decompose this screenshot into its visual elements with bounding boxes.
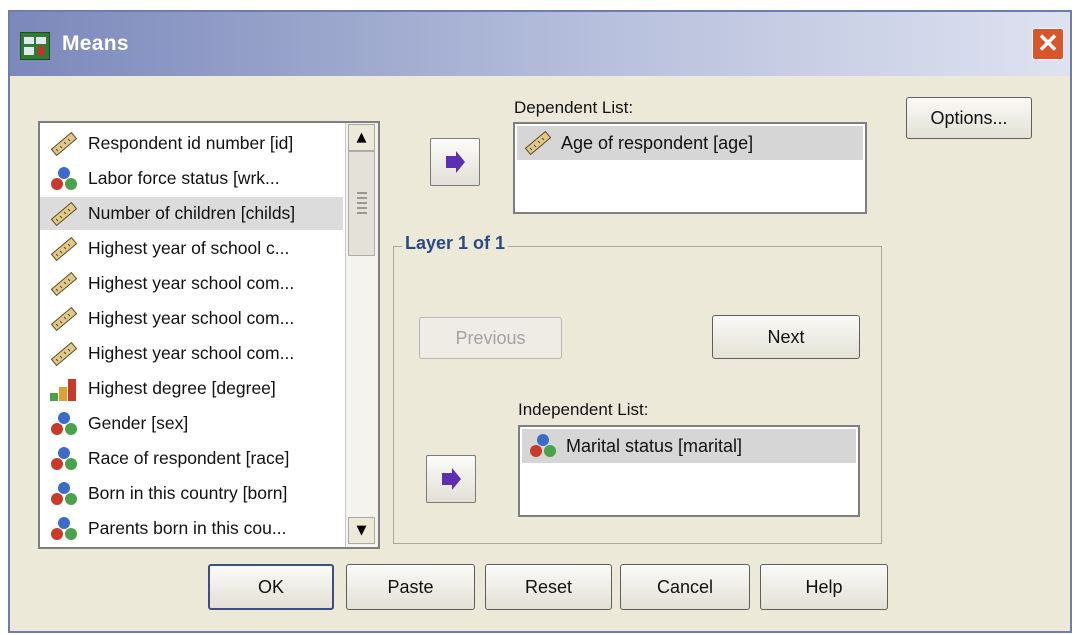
variable-list-scrollbar[interactable]: ▲ ▼ [345, 123, 378, 547]
ruler-icon [46, 340, 82, 368]
paste-button[interactable]: Paste [346, 564, 475, 610]
next-button-label: Next [767, 327, 805, 347]
dialog-body: Respondent id number [id] Labor force sta… [10, 76, 1070, 631]
variable-list-item[interactable]: Gender [sex] [40, 407, 343, 440]
nominal-icon [46, 480, 82, 508]
variable-list-item[interactable]: Highest year school com... [40, 302, 343, 335]
right-arrow-icon [442, 468, 461, 490]
independent-listbox[interactable]: Marital status [marital] [518, 425, 860, 517]
independent-item-label: Marital status [marital] [566, 435, 743, 456]
variable-list-item[interactable]: Race of respondent [race] [40, 442, 343, 475]
nominal-icon [46, 165, 82, 193]
title-bar[interactable]: Means ✕ [10, 12, 1070, 76]
previous-button[interactable]: Previous [419, 317, 562, 359]
dependent-item[interactable]: Age of respondent [age] [517, 126, 863, 160]
variable-list-item[interactable]: Highest degree [degree] [40, 372, 343, 405]
dependent-item-label: Age of respondent [age] [561, 132, 754, 153]
window-title: Means [62, 32, 129, 55]
variable-list-item-label: Labor force status [wrk... [88, 168, 280, 188]
close-button[interactable]: ✕ [1032, 28, 1064, 60]
dependent-listbox[interactable]: Age of respondent [age] [513, 122, 867, 214]
help-button[interactable]: Help [760, 564, 888, 610]
ruler-icon [46, 235, 82, 263]
options-button-label: Options... [930, 108, 1008, 128]
variable-list-item-label: Parents born in this cou... [88, 518, 287, 538]
independent-list-label: Independent List: [518, 400, 649, 419]
ruler-icon [46, 130, 82, 158]
ruler-icon [46, 305, 82, 333]
variable-list-item-label: Highest year school com... [88, 273, 295, 293]
scroll-grip-icon [357, 192, 367, 216]
scroll-up-button[interactable]: ▲ [348, 124, 375, 151]
variable-list-item-label: Number of children [childs] [88, 203, 296, 223]
variable-list-item[interactable]: Number of children [childs] [40, 197, 343, 230]
nominal-icon [46, 515, 82, 543]
independent-item[interactable]: Marital status [marital] [522, 429, 856, 463]
variable-list-item-label: Highest year school com... [88, 308, 295, 328]
right-arrow-icon [446, 151, 465, 173]
variable-list-item[interactable]: Labor force status [wrk... [40, 162, 343, 195]
paste-button-label: Paste [387, 577, 434, 597]
layer-title: Layer 1 of 1 [402, 233, 509, 254]
previous-button-label: Previous [455, 328, 526, 348]
variable-list-item-label: Highest year of school c... [88, 238, 290, 258]
dependent-list-label: Dependent List: [514, 98, 634, 117]
ok-button-label: OK [257, 577, 284, 597]
variable-list-item-label: Race of respondent [race] [88, 448, 290, 468]
variable-list-item[interactable]: Respondent id number [id] [40, 127, 343, 160]
variable-list-item-label: Born in this country [born] [88, 483, 288, 503]
options-button[interactable]: Options... [906, 97, 1032, 139]
next-button[interactable]: Next [712, 315, 860, 359]
source-variable-list[interactable]: Respondent id number [id] Labor force sta… [38, 121, 380, 549]
variable-list-item[interactable]: Highest year school com... [40, 267, 343, 300]
nominal-variable-icon [526, 432, 560, 460]
scale-ruler-icon [521, 129, 555, 157]
layer-group: Layer 1 of 1 Previous Next Independent L… [393, 233, 882, 544]
variable-list-item[interactable]: Highest year school com... [40, 337, 343, 370]
nominal-icon [46, 410, 82, 438]
variable-list-item-label: Respondent id number [id] [88, 133, 294, 153]
ordinal-icon [46, 375, 82, 403]
nominal-icon [46, 445, 82, 473]
ruler-icon [46, 200, 82, 228]
means-dialog: Means ✕ Respondent id number [id] Labor f… [8, 10, 1072, 633]
move-to-independent-button[interactable] [426, 455, 476, 503]
variable-list-item[interactable]: Highest year of school c... [40, 232, 343, 265]
scroll-down-button[interactable]: ▼ [348, 517, 375, 544]
variable-list-item[interactable]: Born in this country [born] [40, 477, 343, 510]
reset-button-label: Reset [524, 577, 573, 597]
ok-button[interactable]: OK [208, 564, 334, 610]
scroll-thumb[interactable] [348, 151, 375, 256]
app-icon [20, 32, 50, 60]
move-to-dependent-button[interactable] [430, 138, 480, 186]
cancel-button[interactable]: Cancel [620, 564, 750, 610]
reset-button[interactable]: Reset [485, 564, 612, 610]
help-button-label: Help [805, 577, 843, 597]
variable-list-item-label: Highest degree [degree] [88, 378, 276, 398]
variable-list-item[interactable]: Parents born in this cou... [40, 512, 343, 545]
cancel-button-label: Cancel [656, 577, 714, 597]
variable-list-item-label: Highest year school com... [88, 343, 295, 363]
ruler-icon [46, 270, 82, 298]
variable-list-item-label: Gender [sex] [88, 413, 189, 433]
